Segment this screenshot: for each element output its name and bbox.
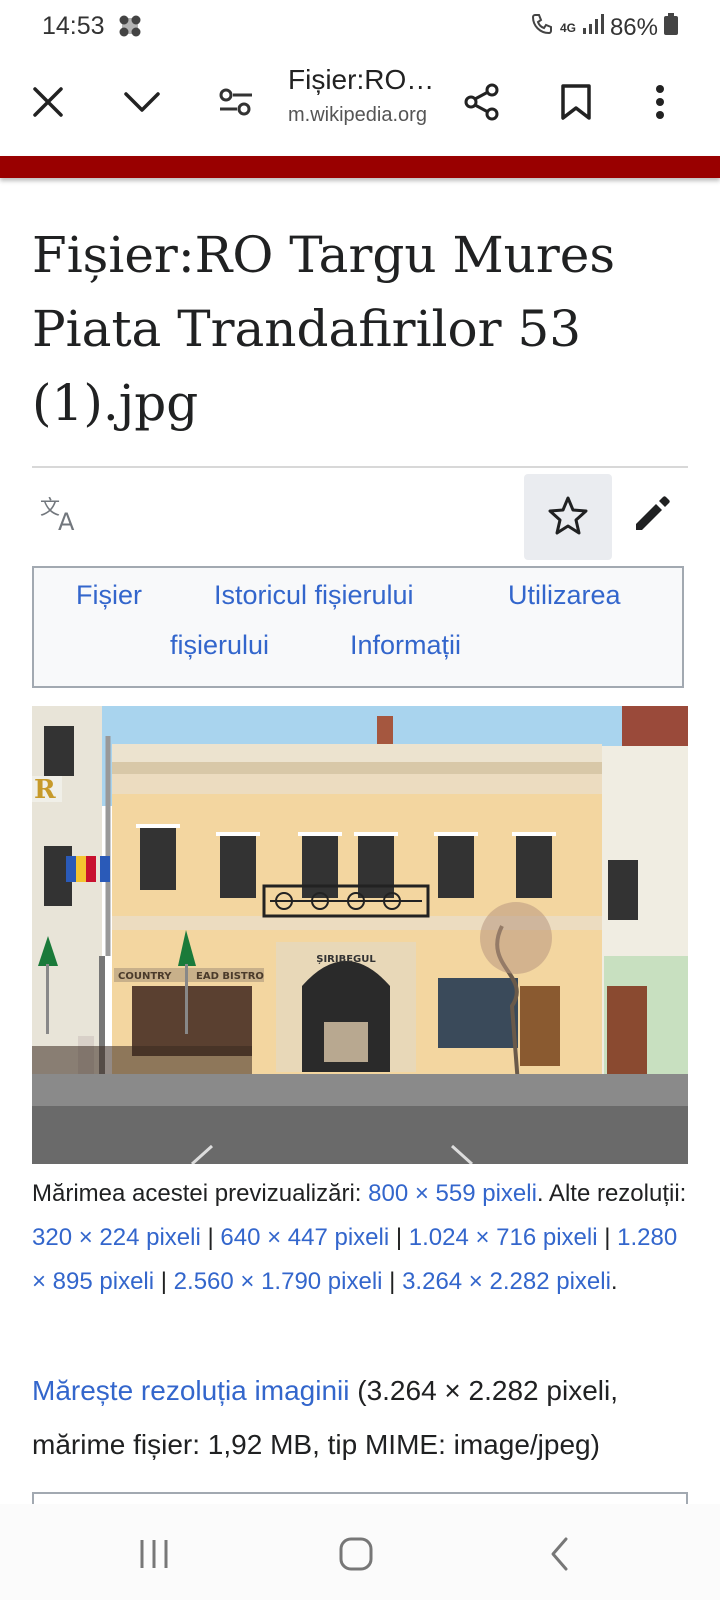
preview-size-link[interactable]: 800 × 559 pixeli	[368, 1180, 537, 1207]
star-icon	[547, 495, 589, 540]
title-divider	[32, 466, 688, 468]
browser-toolbar: Fișier:RO… m.wikipedia.org	[0, 52, 720, 156]
separator: |	[154, 1268, 174, 1295]
pencil-icon[interactable]	[632, 494, 672, 539]
share-icon[interactable]	[452, 72, 512, 132]
separator: |	[389, 1224, 409, 1251]
system-nav-bar	[0, 1504, 720, 1600]
tab-metadata[interactable]: Informații	[350, 630, 461, 661]
separator: |	[200, 1224, 221, 1251]
url-domain: m.wikipedia.org	[288, 104, 427, 126]
resolution-link-1024[interactable]: 1.024 × 716 pixeli	[409, 1224, 598, 1251]
status-indicators: 4G 86%	[530, 12, 678, 43]
resolution-link-320[interactable]: 320 × 224 pixeli	[32, 1224, 201, 1251]
svg-text:R: R	[34, 775, 56, 805]
arch-sign: ȘIRIBEGUL	[316, 954, 376, 965]
tab-file-history[interactable]: Istoricul fișierului	[214, 580, 414, 611]
chevron-down-icon[interactable]	[112, 72, 172, 132]
page-title: Fișier:RO Targu Mures Piata Trandafirilo…	[32, 226, 616, 432]
resolution-link-640[interactable]: 640 × 447 pixeli	[220, 1224, 389, 1251]
call-icon	[530, 12, 554, 43]
tune-icon[interactable]	[206, 72, 266, 132]
back-icon[interactable]	[530, 1532, 590, 1576]
resolution-link-3264[interactable]: 3.264 × 2.282 pixeli	[402, 1268, 611, 1295]
status-time: 14:53	[42, 12, 105, 40]
resolution-link-2560[interactable]: 2.560 × 1.790 pixeli	[174, 1268, 383, 1295]
home-icon[interactable]	[326, 1532, 386, 1576]
tab-title: Fișier:RO…	[288, 64, 435, 95]
address-bar[interactable]: Fișier:RO… m.wikipedia.org	[288, 64, 458, 127]
notification-icon	[118, 14, 142, 43]
other-resolutions-label: . Alte rezoluții:	[536, 1180, 687, 1207]
status-bar: 14:53 4G 86%	[0, 0, 720, 52]
svg-text:A: A	[58, 508, 75, 534]
battery-icon	[664, 13, 678, 42]
bookmark-icon[interactable]	[546, 72, 606, 132]
site-header-bar	[0, 156, 720, 178]
resolution-caption: Mărimea acestei previzualizări: 800 × 55…	[32, 1172, 692, 1304]
svg-text:文: 文	[40, 495, 60, 519]
more-vertical-icon[interactable]	[630, 72, 690, 132]
full-resolution-info: Mărește rezoluția imaginii (3.264 × 2.28…	[32, 1364, 702, 1472]
file-tabs: Fișier Istoricul fișierului Utilizarea f…	[32, 566, 684, 688]
preview-size-label: Mărimea acestei previzualizări:	[32, 1180, 369, 1207]
bistro-sign-left: COUNTRY	[118, 971, 172, 982]
battery-level: 86%	[609, 13, 658, 41]
caption-end: .	[610, 1268, 618, 1295]
translate-icon[interactable]: 文 A	[40, 494, 84, 539]
file-image[interactable]: R ȘIRIBEGUL COUNTRY EAD BISTRO	[32, 706, 688, 1166]
separator: |	[382, 1268, 403, 1295]
watch-button[interactable]	[524, 474, 612, 560]
full-resolution-link[interactable]: Mărește rezoluția imaginii	[32, 1375, 349, 1406]
tab-file-usage[interactable]: Utilizarea	[508, 580, 621, 611]
tab-file[interactable]: Fișier	[76, 580, 142, 611]
bistro-sign-right: EAD BISTRO	[196, 971, 264, 982]
signal-icon	[582, 13, 604, 42]
network-type: 4G	[559, 20, 576, 35]
close-icon[interactable]	[18, 72, 78, 132]
separator: |	[597, 1224, 618, 1251]
tab-file-usage-cont[interactable]: fișierului	[170, 630, 269, 661]
recent-apps-icon[interactable]	[124, 1532, 184, 1576]
